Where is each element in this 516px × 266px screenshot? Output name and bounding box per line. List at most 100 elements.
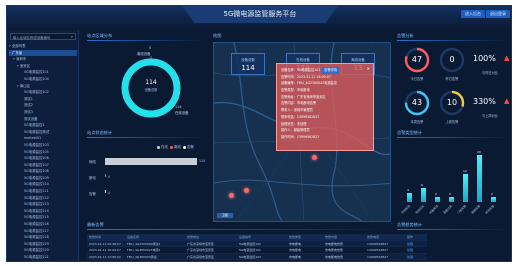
- legend-dot: [157, 145, 160, 149]
- popup-row-text: 告警内容：市电断电告警: [281, 101, 317, 106]
- bar-category-label: 断电: [89, 176, 96, 180]
- compare-week-label: 与上周对比: [482, 114, 498, 118]
- tree-item[interactable]: 5G电源监控112: [9, 195, 77, 202]
- alarm-type-value: 20: [477, 149, 481, 154]
- sidebar-search-input[interactable]: 输入区域名称或设备编号 ⌕: [10, 33, 76, 40]
- admin-button[interactable]: 进入后台: [461, 10, 485, 18]
- popup-row-text: 告警时间：2023-01-11 16:09:07: [281, 74, 331, 79]
- search-icon[interactable]: ⌕: [71, 34, 73, 39]
- tree-item[interactable]: 测试2: [9, 102, 77, 109]
- handle-link[interactable]: 处理: [405, 254, 427, 260]
- tree-item[interactable]: 5G电源监控122: [9, 261, 77, 262]
- tree-item[interactable]: 5G电源监控105: [9, 149, 77, 156]
- table-cell: 市电断电: [287, 260, 323, 261]
- alarm-table-title: 最新告警: [87, 222, 104, 227]
- tree-item-label: 5G电源监控117: [24, 228, 49, 233]
- tree-item-label: 深圳市: [16, 57, 27, 62]
- tree-item[interactable]: 5G电源监控109: [9, 175, 77, 182]
- popup-row: 告警类型：市电断电: [281, 87, 369, 94]
- tree-item[interactable]: 5G电源监控103: [9, 142, 77, 149]
- tree-item[interactable]: 5G电源监控121: [9, 254, 77, 261]
- table-cell: FMU_4G4E00023测试: [125, 260, 185, 261]
- bar-value-label: 0: [108, 191, 111, 195]
- table-cell: 2023-01-11 09:46:07: [89, 241, 121, 246]
- tree-item[interactable]: 5G电源监控107: [9, 162, 77, 169]
- tree-item[interactable]: 5G电源监控1: [9, 122, 77, 129]
- legend-label: 告警: [187, 145, 194, 149]
- legend-item: 告警: [183, 144, 194, 149]
- alarm-type-label: 烟感告警: [470, 204, 482, 215]
- panel-divider: [87, 40, 205, 41]
- page-title: 5G微电源监管服务平台: [223, 10, 297, 18]
- table-cell: 市电断电告警: [325, 241, 344, 246]
- tree-item[interactable]: 5G电源监控116: [9, 221, 77, 228]
- gauge-label: 上周告警: [445, 120, 459, 124]
- tree-item[interactable]: 5G电源监控118: [9, 234, 77, 241]
- tree-item[interactable]: 5G电源监控101: [9, 69, 77, 76]
- handle-link[interactable]: 处理: [405, 241, 427, 247]
- table-body: 2023-01-11 09:46:07 FMU_4G2305009测试1 广东省深圳…: [87, 240, 427, 262]
- tree-item[interactable]: 5G电源监控106: [9, 155, 77, 162]
- tree-item[interactable]: ▾深圳市: [9, 56, 77, 63]
- alarm-popup[interactable]: 设备名称：5G电源监控101 告警详情 告警时间：2023-01-11 16:09:…: [276, 63, 374, 151]
- tree-item[interactable]: 5G电源监控111: [9, 188, 77, 195]
- tree-item[interactable]: 5G电源监控117: [9, 228, 77, 235]
- map-view[interactable]: 设备总数114在线设备114离线设备13 设备名称：5G电源监控101告警详情告…: [213, 42, 391, 222]
- map-marker[interactable]: [244, 188, 249, 193]
- map-marker[interactable]: [229, 193, 234, 198]
- table-cell: 市电断电: [289, 241, 302, 246]
- table-cell: 市电断电告警: [323, 260, 365, 261]
- tree-item[interactable]: 5G电源监控114: [9, 208, 77, 215]
- compare-yesterday-value: 100%: [473, 54, 496, 63]
- tree-item[interactable]: 5G电源监控108: [9, 168, 77, 175]
- map-layer-toggle[interactable]: 卫星: [217, 213, 233, 218]
- tree-item[interactable]: 5G电源监控113: [9, 201, 77, 208]
- map-marker[interactable]: [312, 155, 317, 160]
- tree-item[interactable]: 测试1: [9, 96, 77, 103]
- tree-item-label: 5G电源监控110: [24, 182, 49, 187]
- popup-row: 联系电话：13999562827: [281, 114, 369, 121]
- map-card-label: 设备总数: [241, 58, 255, 62]
- alarm-type-label: 市电断电: [400, 204, 412, 215]
- logout-button[interactable]: 退出登录: [486, 10, 510, 18]
- alarm-analysis-title: 告警分析: [397, 33, 414, 38]
- table-cell: 市电断电告警: [325, 248, 344, 252]
- tree-item[interactable]: 5G电源监控120: [9, 247, 77, 254]
- tree-item[interactable]: 测试设备: [9, 116, 77, 123]
- tree-item[interactable]: 5G电源监控104: [9, 76, 77, 83]
- handle-link[interactable]: 处理: [405, 260, 427, 261]
- tree-item-label: 5G电源监控119: [24, 241, 49, 246]
- tree-item[interactable]: ▾广东省: [9, 49, 77, 57]
- tree-item[interactable]: ▾宝安区: [9, 63, 77, 70]
- header-bar: 5G微电源监管服务平台 进入后台 退出登录: [7, 6, 511, 30]
- arrow-up-icon: ▲: [504, 97, 510, 105]
- tree-item[interactable]: 测试3: [9, 109, 77, 116]
- popup-row: 操作人：超级管理员: [281, 127, 369, 134]
- gauge-label: 今日告警: [410, 77, 424, 81]
- handle-link[interactable]: 处理: [405, 247, 427, 253]
- panel-divider: [397, 137, 509, 138]
- popup-detail-tag[interactable]: 告警详情: [322, 67, 340, 74]
- tree-item[interactable]: meltest01: [9, 135, 77, 142]
- legend-dot: [183, 145, 186, 149]
- gauge-label: 本周告警: [410, 120, 424, 124]
- bar-1: [105, 174, 106, 177]
- popup-row: 告警地址：广东省深圳市宝安区: [281, 94, 369, 101]
- tree-item[interactable]: ▾全部列表: [9, 43, 77, 50]
- table-cell: FMU_4G4E00023电源1: [127, 248, 161, 252]
- table-cell: 市电断电: [289, 248, 302, 252]
- close-icon[interactable]: ×: [367, 66, 370, 71]
- tree-item[interactable]: ▾南山区: [9, 83, 77, 90]
- tree-item-label: meltest01: [24, 136, 42, 141]
- tree-item[interactable]: 5G电源监控115: [9, 214, 77, 221]
- compare-yesterday-label: 与昨日对比: [482, 71, 498, 75]
- tree-item-label: 测试设备: [24, 116, 38, 121]
- popup-row-text: 告警类型：市电断电: [281, 88, 310, 93]
- status-stats-title: 站点状态统计: [87, 130, 113, 135]
- tree-item[interactable]: 5G电源监控110: [9, 181, 77, 188]
- tree-item[interactable]: 5G电源监控102: [9, 89, 77, 96]
- popup-row-text: 告警地址：广东省深圳市宝安区: [281, 94, 326, 99]
- tree-item[interactable]: 5G电源监控测试: [9, 129, 77, 136]
- table-row[interactable]: 2023-01-11 14:05:05FMU_4G4E00023测试广东省深圳市…: [87, 260, 427, 261]
- tree-item[interactable]: 5G电源监控119: [9, 241, 77, 248]
